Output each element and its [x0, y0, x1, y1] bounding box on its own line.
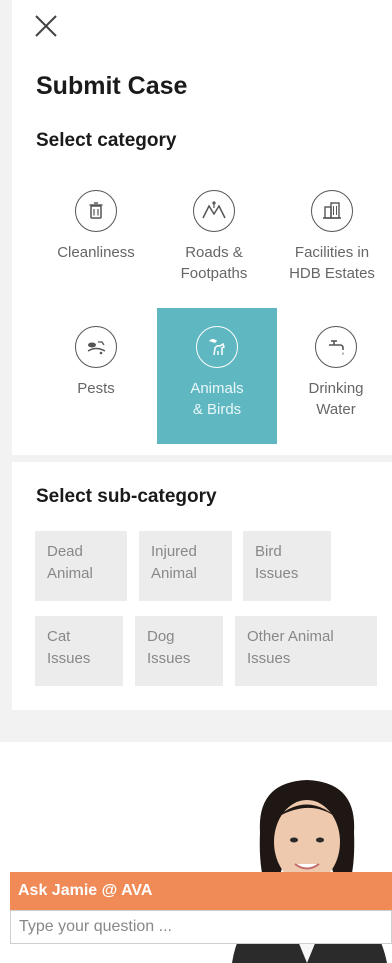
subcategory-cat-issues[interactable]: Cat Issues — [35, 616, 123, 686]
water-tap-icon — [315, 326, 357, 368]
subcategory-dog-issues[interactable]: Dog Issues — [135, 616, 223, 686]
subcategory-card: Select sub-category Dead Animal Injured … — [12, 462, 392, 710]
chat-question-input[interactable] — [10, 910, 392, 944]
trash-can-icon — [75, 190, 117, 232]
bird-dog-icon — [196, 326, 238, 368]
category-facilities-hdb[interactable]: Facilities in HDB Estates — [272, 172, 392, 308]
subcategory-heading: Select sub-category — [36, 486, 217, 507]
category-drinking-water[interactable]: Drinking Water — [276, 308, 392, 444]
category-animals-birds[interactable]: Animals & Birds — [157, 308, 277, 444]
close-icon[interactable] — [32, 12, 64, 44]
road-icon — [193, 190, 235, 232]
category-label: Animals & Birds — [190, 380, 244, 418]
submit-case-page: Submit Case Select category Cleanliness — [0, 0, 392, 963]
category-roads-footpaths[interactable]: Roads & Footpaths — [154, 172, 274, 308]
chat-title-bar[interactable]: Ask Jamie @ AVA — [10, 872, 392, 910]
subcategory-bird-issues[interactable]: Bird Issues — [243, 531, 331, 601]
subcategory-other-animal-issues[interactable]: Other Animal Issues — [235, 616, 377, 686]
page-title: Submit Case — [36, 72, 188, 100]
category-label: Roads & Footpaths — [180, 244, 248, 282]
category-card: Submit Case Select category Cleanliness — [12, 0, 392, 455]
category-cleanliness[interactable]: Cleanliness — [36, 172, 156, 308]
category-label: Pests — [77, 380, 115, 397]
subcategory-dead-animal[interactable]: Dead Animal — [35, 531, 127, 601]
chat-widget: Ask Jamie @ AVA — [0, 742, 392, 963]
pest-icon — [75, 326, 117, 368]
category-pests[interactable]: Pests — [36, 308, 156, 444]
building-icon — [311, 190, 353, 232]
subcategory-injured-animal[interactable]: Injured Animal — [139, 531, 232, 601]
category-heading: Select category — [36, 130, 177, 151]
category-label: Cleanliness — [57, 244, 135, 261]
category-label: Drinking Water — [308, 380, 364, 418]
category-label: Facilities in HDB Estates — [289, 244, 375, 282]
